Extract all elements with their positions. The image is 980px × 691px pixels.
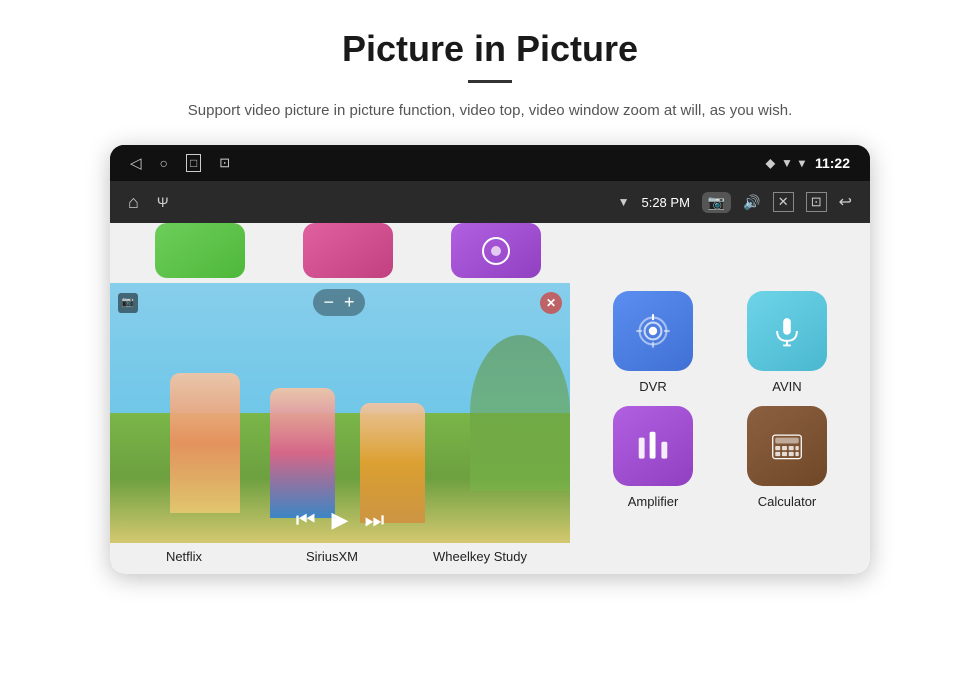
wheelkey-icon [451,223,541,278]
app-netflix-partial[interactable] [126,223,274,283]
content-area: 📷 − + ✕ ⏮ ▶ ⏭ [110,283,870,543]
wifi-icon: ▼ [781,156,793,170]
app-avin[interactable]: AVIN [732,291,842,394]
calculator-icon [747,406,827,486]
pip-plus-btn[interactable]: + [344,292,355,313]
avin-icon [747,291,827,371]
page-title: Picture in Picture [342,28,638,70]
page-subtitle: Support video picture in picture functio… [188,99,792,123]
pip-playback-controls: ⏮ ▶ ⏭ [296,507,385,533]
pip-rewind-btn[interactable]: ⏮ [296,507,316,533]
bottom-labels-row: Netflix SiriusXM Wheelkey Study [110,543,870,574]
signal-icon: ▾ [799,156,805,170]
toolbar-home-icon[interactable]: ⌂ [128,192,139,213]
app-calculator[interactable]: Calculator [732,406,842,509]
top-apps-row [110,223,870,283]
toolbar-camera-icon[interactable]: 📷 [702,192,731,213]
status-bar-nav: ◁ ○ □ ⊡ [130,154,230,172]
pip-close-btn[interactable]: ✕ [540,292,562,314]
home-icon[interactable]: ○ [160,155,168,171]
pip-play-btn[interactable]: ▶ [332,507,349,533]
wheelkey-bottom-label: Wheelkey Study [406,549,554,564]
video-scene [110,283,570,543]
dvr-icon [613,291,693,371]
amplifier-label: Amplifier [628,494,679,509]
toolbar-volume-icon[interactable]: 🔊 [743,194,760,211]
calculator-label: Calculator [758,494,817,509]
toolbar-pip-icon[interactable]: ⊡ [806,192,827,212]
app-amplifier[interactable]: Amplifier [598,406,708,509]
siriusxm-icon [303,223,393,278]
toolbar-close-icon[interactable]: ✕ [773,192,794,212]
dvr-svg [632,310,674,352]
recents-icon[interactable]: □ [186,154,201,172]
pip-controls-top: 📷 − + ✕ [118,289,562,316]
page-wrapper: Picture in Picture Support video picture… [0,0,980,574]
title-divider [468,80,512,83]
pip-cam-icon: 📷 [118,293,138,313]
clock-display: 11:22 [815,155,850,171]
wheelkey-svg [481,236,511,266]
toolbar-left: ⌂ Ψ [128,192,169,213]
status-bar-system: ◆ ▼ ▾ 11:22 [766,155,850,171]
calc-svg [766,425,808,467]
pip-minus-btn[interactable]: − [323,292,334,313]
app-siriusxm-partial[interactable] [274,223,422,283]
device-mockup: ◁ ○ □ ⊡ ◆ ▼ ▾ 11:22 ⌂ Ψ ▼ 5 [110,145,870,574]
location-icon: ◆ [766,156,775,170]
app-dvr[interactable]: DVR [598,291,708,394]
toolbar-wifi-icon: ▼ [618,195,630,209]
toolbar-right: ▼ 5:28 PM 📷 🔊 ✕ ⊡ ↩ [618,192,852,213]
amplifier-icon [613,406,693,486]
pip-forward-btn[interactable]: ⏭ [364,507,384,533]
amp-svg [632,425,674,467]
right-apps-panel: DVR [570,283,870,543]
apps-row-1: DVR [586,291,854,394]
pip-video-window[interactable]: 📷 − + ✕ ⏮ ▶ ⏭ [110,283,570,543]
back-icon[interactable]: ◁ [130,154,142,172]
toolbar-usb-icon[interactable]: Ψ [157,194,169,210]
empty-label [554,549,870,564]
app-wheelkey-partial[interactable] [422,223,570,283]
status-bar: ◁ ○ □ ⊡ ◆ ▼ ▾ 11:22 [110,145,870,181]
netflix-icon [155,223,245,278]
screenshot-icon[interactable]: ⊡ [219,155,230,171]
toolbar-time: 5:28 PM [641,195,689,210]
toolbar-back-icon[interactable]: ↩ [839,192,852,212]
dvr-label: DVR [639,379,666,394]
netflix-bottom-label: Netflix [110,549,258,564]
app-toolbar: ⌂ Ψ ▼ 5:28 PM 📷 🔊 ✕ ⊡ ↩ [110,181,870,223]
avin-label: AVIN [772,379,801,394]
avin-svg [768,312,806,350]
pip-resize-controls: − + [313,289,364,316]
main-content: 📷 − + ✕ ⏮ ▶ ⏭ [110,223,870,574]
apps-row-2: Amplifier [586,406,854,509]
siriusxm-bottom-label: SiriusXM [258,549,406,564]
